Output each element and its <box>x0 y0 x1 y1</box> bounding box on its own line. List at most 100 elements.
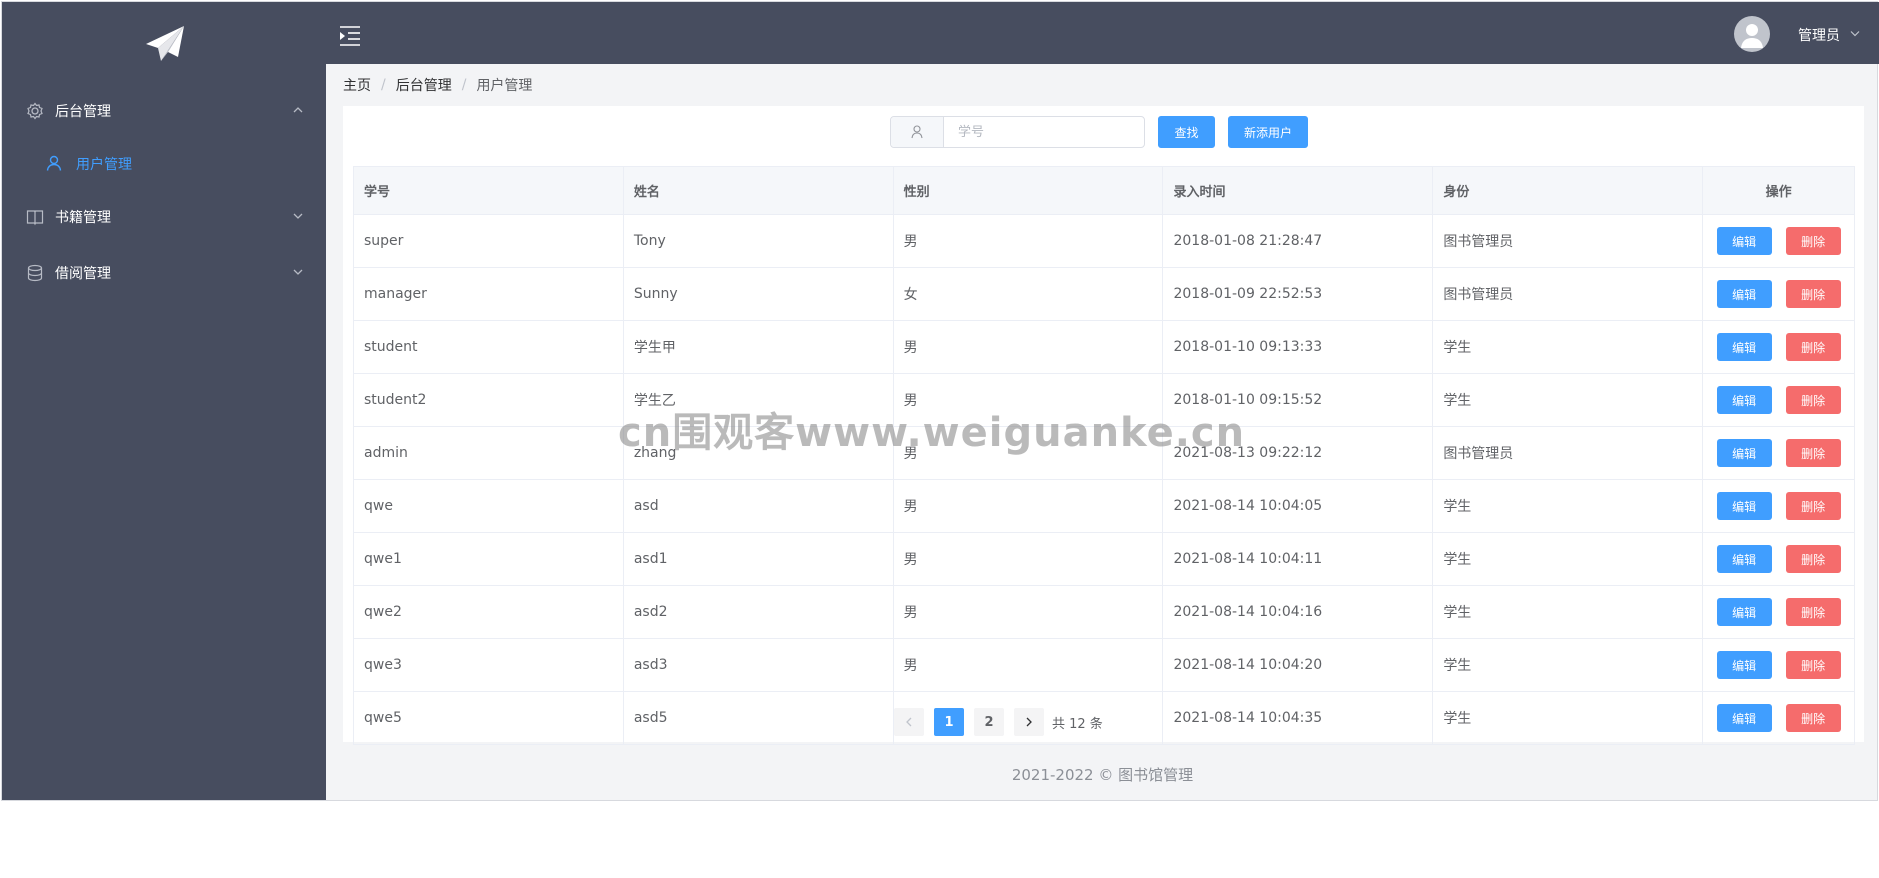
cell-role: 学生 <box>1433 480 1704 532</box>
cell-gender: 男 <box>894 480 1164 532</box>
delete-button[interactable]: 删除 <box>1785 492 1841 520</box>
cell-student-id: qwe3 <box>354 639 624 691</box>
delete-button[interactable]: 删除 <box>1785 333 1841 361</box>
page-1-button[interactable]: 1 <box>934 708 964 736</box>
breadcrumb-admin[interactable]: 后台管理 <box>396 75 452 95</box>
sidebar-item-user-management[interactable]: 用户管理 <box>2 139 326 189</box>
cell-gender: 女 <box>894 268 1164 320</box>
page-2-button[interactable]: 2 <box>974 708 1004 736</box>
cell-created-time: 2021-08-14 10:04:35 <box>1163 692 1434 744</box>
chevron-down-icon[interactable] <box>1850 30 1860 38</box>
sidebar-menu-admin[interactable]: 后台管理 <box>2 87 326 135</box>
cell-gender: 男 <box>894 215 1164 267</box>
cell-name: Sunny <box>624 268 894 320</box>
table-header-row: 学号 姓名 性别 录入时间 身份 操作 <box>354 167 1856 215</box>
cell-created-time: 2021-08-14 10:04:05 <box>1163 480 1434 532</box>
cell-actions: 编辑 删除 <box>1703 374 1856 426</box>
cell-name: Tony <box>624 215 894 267</box>
column-header-actions: 操作 <box>1703 167 1856 214</box>
edit-button[interactable]: 编辑 <box>1716 227 1772 255</box>
delete-button[interactable]: 删除 <box>1785 280 1841 308</box>
delete-button[interactable]: 删除 <box>1785 651 1841 679</box>
table-row: qwe2 asd2 男 2021-08-14 10:04:16 学生 编辑 删除 <box>354 586 1856 639</box>
cell-name: asd1 <box>624 533 894 585</box>
cell-actions: 编辑 删除 <box>1703 639 1856 691</box>
cell-actions: 编辑 删除 <box>1703 268 1856 320</box>
cell-gender: 男 <box>894 321 1164 373</box>
edit-button[interactable]: 编辑 <box>1716 333 1772 361</box>
delete-button[interactable]: 删除 <box>1785 386 1841 414</box>
edit-button[interactable]: 编辑 <box>1716 386 1772 414</box>
database-icon <box>27 264 43 282</box>
delete-button[interactable]: 删除 <box>1785 439 1841 467</box>
cell-student-id: admin <box>354 427 624 479</box>
cell-name: asd2 <box>624 586 894 638</box>
cell-role: 学生 <box>1433 639 1704 691</box>
cell-actions: 编辑 删除 <box>1703 480 1856 532</box>
breadcrumb-separator: / <box>381 77 386 93</box>
cell-created-time: 2021-08-14 10:04:20 <box>1163 639 1434 691</box>
edit-button[interactable]: 编辑 <box>1716 598 1772 626</box>
avatar[interactable] <box>1734 16 1770 52</box>
delete-button[interactable]: 删除 <box>1785 598 1841 626</box>
edit-button[interactable]: 编辑 <box>1716 439 1772 467</box>
delete-button[interactable]: 删除 <box>1785 545 1841 573</box>
footer-copyright: 2021-2022 © 图书馆管理 <box>1011 766 1194 784</box>
student-id-search-input[interactable] <box>944 117 1144 147</box>
cell-created-time: 2021-08-14 10:04:16 <box>1163 586 1434 638</box>
cell-actions: 编辑 删除 <box>1703 215 1856 267</box>
cell-student-id: qwe1 <box>354 533 624 585</box>
edit-button[interactable]: 编辑 <box>1716 651 1772 679</box>
cell-student-id: qwe5 <box>354 692 624 744</box>
search-box <box>890 116 1145 148</box>
search-prepend <box>891 117 944 147</box>
cell-student-id: student2 <box>354 374 624 426</box>
table-row: qwe3 asd3 男 2021-08-14 10:04:20 学生 编辑 删除 <box>354 639 1856 692</box>
column-header-created-time: 录入时间 <box>1163 167 1434 214</box>
user-icon <box>911 125 923 139</box>
cell-student-id: qwe2 <box>354 586 624 638</box>
edit-button[interactable]: 编辑 <box>1716 545 1772 573</box>
top-header: 管理员 <box>326 2 1879 64</box>
cell-role: 学生 <box>1433 321 1704 373</box>
edit-button[interactable]: 编辑 <box>1716 280 1772 308</box>
cell-name: asd3 <box>624 639 894 691</box>
cell-name: 学生甲 <box>624 321 894 373</box>
paper-plane-logo <box>146 26 184 61</box>
sidebar-item-user-management-label: 用户管理 <box>76 157 132 173</box>
delete-button[interactable]: 删除 <box>1785 704 1841 732</box>
cell-student-id: student <box>354 321 624 373</box>
next-page-button[interactable] <box>1014 708 1044 736</box>
menu-fold-icon[interactable] <box>339 26 361 46</box>
cell-name: asd <box>624 480 894 532</box>
cell-role: 图书管理员 <box>1433 427 1704 479</box>
cell-student-id: manager <box>354 268 624 320</box>
edit-button[interactable]: 编辑 <box>1716 704 1772 732</box>
gear-icon <box>27 102 43 120</box>
column-header-name: 姓名 <box>624 167 894 214</box>
breadcrumb-separator: / <box>461 77 467 93</box>
delete-button[interactable]: 删除 <box>1785 227 1841 255</box>
sidebar-menu-borrow[interactable]: 借阅管理 <box>2 249 326 297</box>
cell-student-id: qwe <box>354 480 624 532</box>
avatar-user-icon <box>1741 24 1763 48</box>
column-header-gender: 性别 <box>894 167 1164 214</box>
chevron-up-icon <box>293 107 303 113</box>
cell-name: asd5 <box>624 692 894 744</box>
table-row: student 学生甲男 2018-01-10 09:13:33 学生 编辑 删除 <box>354 321 1856 374</box>
column-header-role: 身份 <box>1433 167 1704 214</box>
prev-page-button[interactable] <box>894 708 924 736</box>
edit-button[interactable]: 编辑 <box>1716 492 1772 520</box>
breadcrumb-home[interactable]: 主页 <box>343 75 371 95</box>
search-button[interactable]: 查找 <box>1158 116 1215 148</box>
chevron-right-icon <box>1026 717 1032 727</box>
cell-gender: 男 <box>894 639 1164 691</box>
sidebar-menu-books[interactable]: 书籍管理 <box>2 193 326 241</box>
breadcrumb: 主页 / 后台管理 / 用户管理 <box>343 75 532 95</box>
table-row: qwe asd 男 2021-08-14 10:04:05 学生 编辑 删除 <box>354 480 1856 533</box>
watermark-text: cn围观客www.weiguanke.cn <box>618 410 1246 456</box>
cell-actions: 编辑 删除 <box>1703 692 1856 744</box>
chevron-down-icon <box>293 213 303 219</box>
add-user-button[interactable]: 新添用户 <box>1228 116 1308 148</box>
user-name-dropdown[interactable]: 管理员 <box>1798 25 1840 45</box>
